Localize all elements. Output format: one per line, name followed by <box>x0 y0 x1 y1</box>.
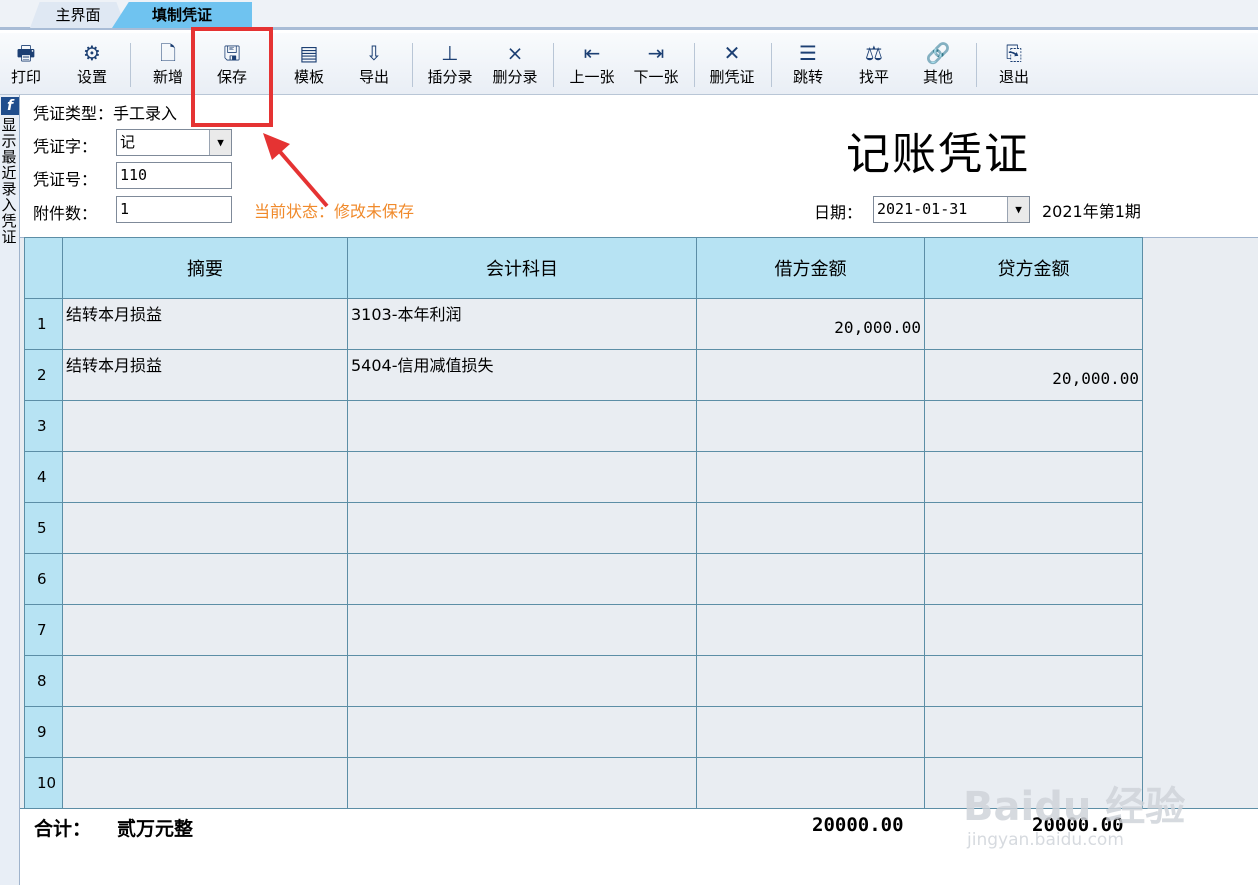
annotation-arrow <box>263 133 329 208</box>
